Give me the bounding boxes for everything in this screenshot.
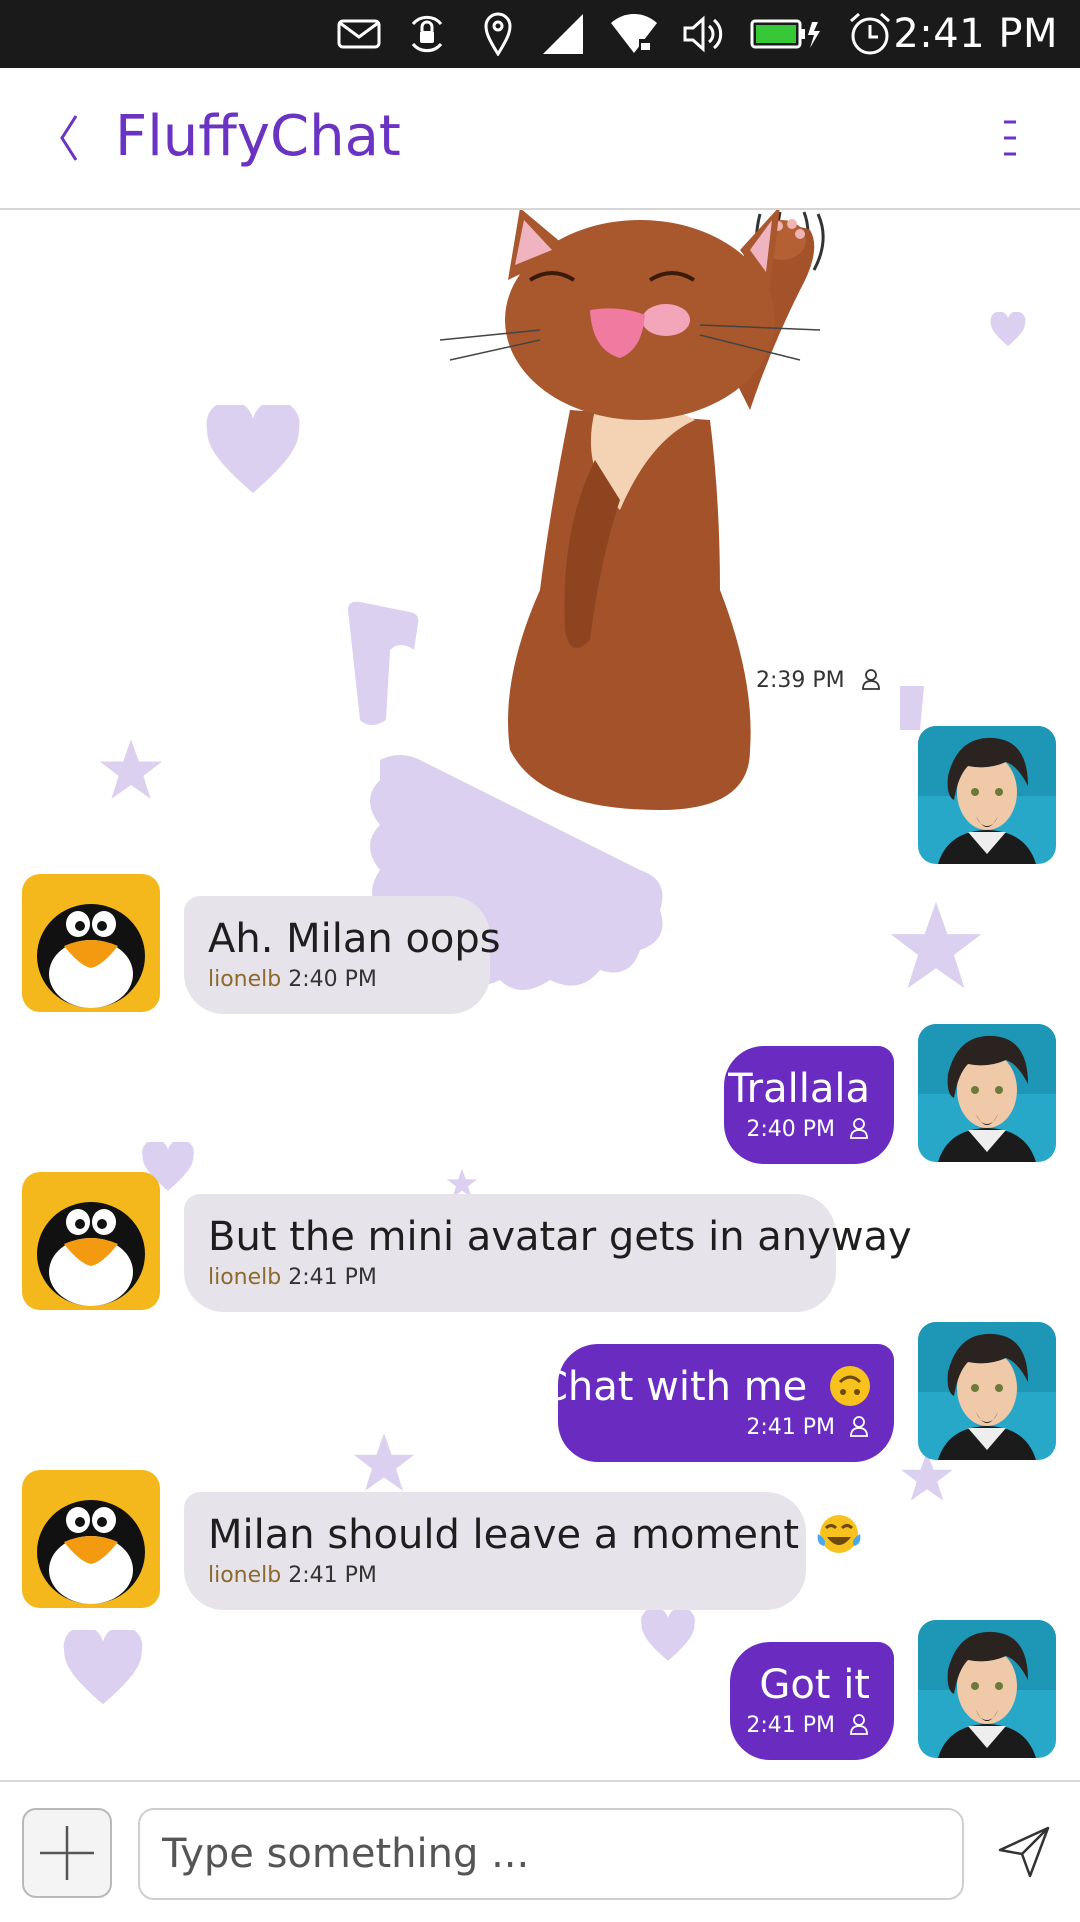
- person-icon: [850, 1118, 868, 1139]
- message-time: 2:40 PM: [746, 1117, 835, 1142]
- sticker-meta: 2:39 PM: [756, 668, 882, 693]
- app-header: FluffyChat: [0, 68, 1080, 210]
- message-time: 2:41 PM: [288, 1265, 377, 1290]
- back-button[interactable]: [48, 108, 92, 168]
- heart-decoration: [641, 1610, 695, 1661]
- avatar-me[interactable]: [918, 726, 1056, 864]
- sender-name: lionelb: [208, 1265, 282, 1290]
- overflow-menu-icon: [1004, 120, 1016, 156]
- chevron-left-icon: [60, 115, 78, 161]
- cat-sticker-image[interactable]: [420, 210, 900, 815]
- message-bubble-outgoing[interactable]: Chat with me 2:41 PM: [540, 1344, 894, 1462]
- composer-bar: [0, 1780, 1080, 1922]
- avatar-me[interactable]: [918, 1024, 1056, 1162]
- star-decoration: [99, 739, 163, 799]
- message-bubble-incoming[interactable]: But the mini avatar gets in anyway lione…: [184, 1194, 912, 1312]
- rotation-lock-icon: [404, 12, 450, 56]
- message-text-wrap: Milan should leave a moment: [208, 1510, 862, 1560]
- message-meta: lionelb 2:41 PM: [208, 1562, 377, 1590]
- heart-decoration: [990, 312, 1026, 347]
- message-text: Trallala: [728, 1066, 870, 1112]
- message-bubble-incoming[interactable]: Milan should leave a moment lionelb 2:41…: [184, 1492, 861, 1610]
- sender-name: lionelb: [208, 967, 282, 992]
- volume-icon: [680, 12, 726, 56]
- heart-decoration: [63, 1630, 143, 1705]
- star-decoration: [353, 1433, 415, 1491]
- status-bar: 2:41 PM: [0, 0, 1080, 68]
- message-bubble-outgoing[interactable]: Trallala 2:40 PM: [724, 1046, 894, 1164]
- sender-name: lionelb: [208, 1563, 282, 1588]
- wifi-icon: [608, 12, 660, 56]
- message-text: But the mini avatar gets in anyway: [208, 1214, 912, 1260]
- location-icon: [478, 12, 518, 56]
- message-meta: 2:40 PM: [746, 1116, 870, 1144]
- message-list[interactable]: 2:39 PM Ah. Milan oops lionelb 2:40 PM T…: [0, 210, 1080, 1780]
- person-icon: [861, 669, 880, 690]
- plus-icon: [40, 1826, 94, 1880]
- alarm-icon: [846, 12, 894, 56]
- message-text: Ah. Milan oops: [208, 916, 501, 962]
- battery-charging-icon: [750, 12, 822, 56]
- cellular-signal-icon: [540, 12, 586, 56]
- message-text: Got it: [759, 1662, 870, 1708]
- avatar-lionelb[interactable]: [22, 874, 160, 1012]
- person-icon: [850, 1416, 868, 1437]
- avatar-me[interactable]: [918, 1620, 1056, 1758]
- message-meta: 2:41 PM: [746, 1414, 870, 1442]
- avatar-me[interactable]: [918, 1322, 1056, 1460]
- message-bubble-incoming[interactable]: Ah. Milan oops lionelb 2:40 PM: [184, 896, 501, 1014]
- send-button[interactable]: [996, 1824, 1052, 1880]
- message-time: 2:41 PM: [746, 1415, 835, 1440]
- message-meta: 2:41 PM: [746, 1712, 870, 1740]
- message-text: Milan should leave a moment: [208, 1512, 800, 1558]
- mail-icon: [336, 12, 382, 56]
- message-meta: lionelb 2:41 PM: [208, 1264, 377, 1292]
- person-icon: [850, 1714, 868, 1735]
- avatar-lionelb[interactable]: [22, 1172, 160, 1310]
- cup-handle-decoration: [900, 686, 924, 730]
- page-title: FluffyChat: [115, 104, 401, 169]
- message-time: 2:39 PM: [756, 668, 845, 693]
- status-time: 2:41 PM: [893, 11, 1058, 57]
- heart-decoration: [206, 405, 300, 493]
- send-icon: [998, 1826, 1050, 1878]
- message-time: 2:41 PM: [746, 1713, 835, 1738]
- upside-down-face-emoji-icon: [830, 1366, 870, 1406]
- overflow-menu-button[interactable]: [990, 112, 1030, 164]
- message-input[interactable]: [138, 1808, 964, 1900]
- message-bubble-outgoing[interactable]: Got it 2:41 PM: [730, 1642, 894, 1760]
- tears-of-joy-emoji-icon: [817, 1515, 861, 1553]
- avatar-lionelb[interactable]: [22, 1470, 160, 1608]
- message-text: Chat with me: [539, 1364, 808, 1410]
- message-time: 2:40 PM: [288, 967, 377, 992]
- add-attachment-button[interactable]: [22, 1808, 112, 1898]
- star-decoration: [890, 901, 982, 989]
- message-meta: lionelb 2:40 PM: [208, 966, 377, 994]
- message-text-wrap: Chat with me: [540, 1362, 872, 1412]
- message-time: 2:41 PM: [288, 1563, 377, 1588]
